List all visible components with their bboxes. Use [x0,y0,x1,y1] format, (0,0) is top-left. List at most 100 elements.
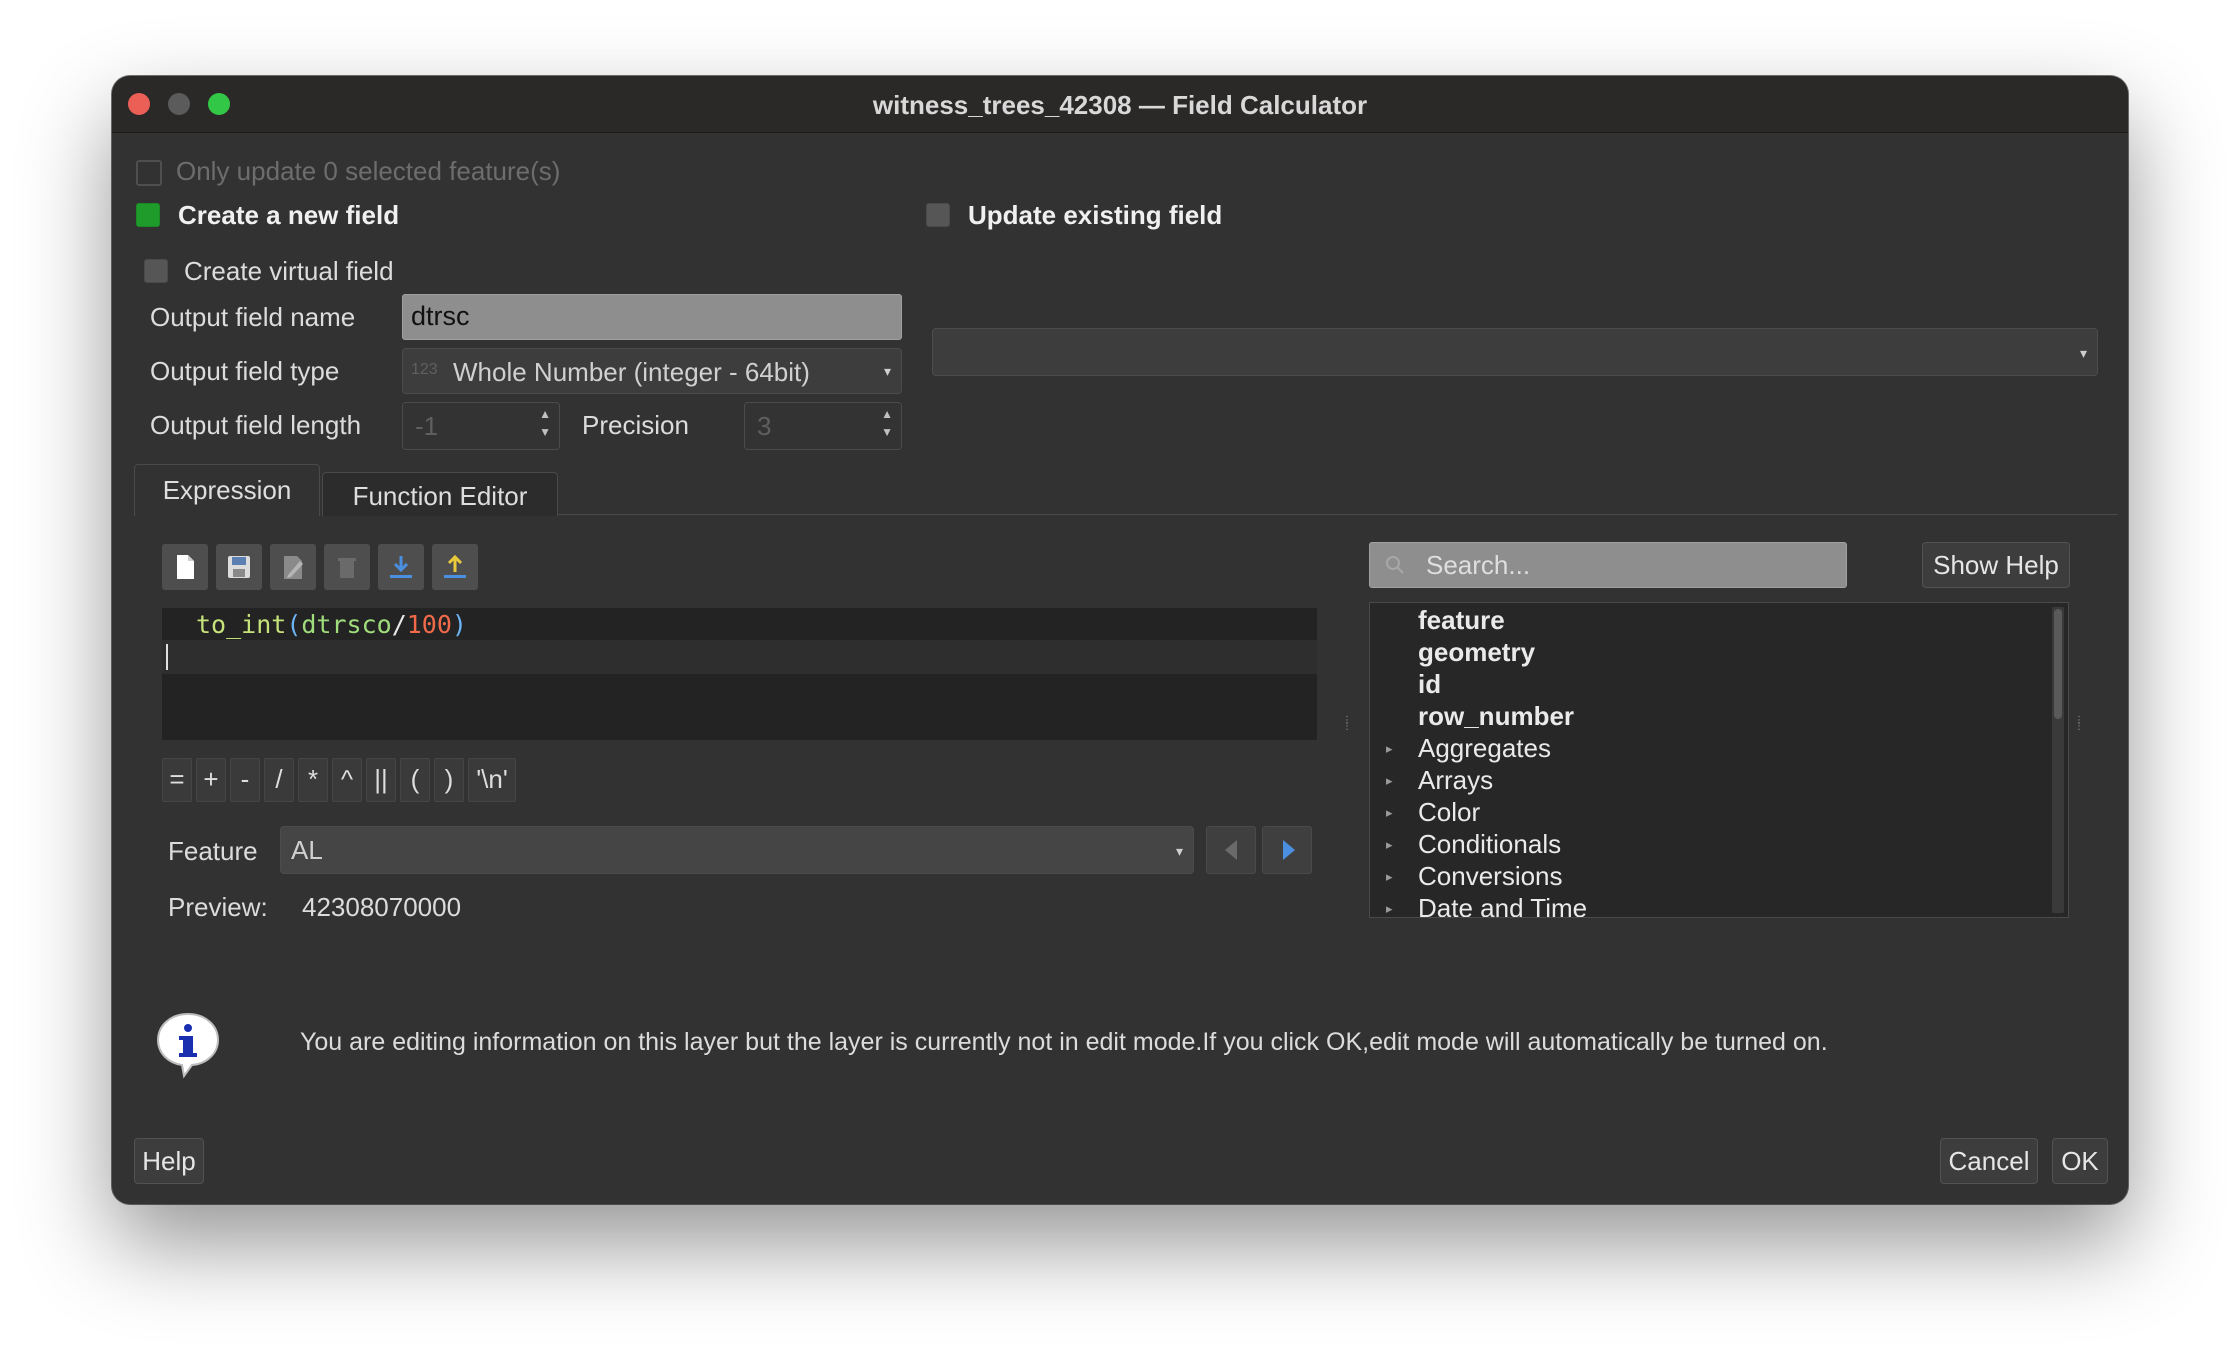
precision-spinbox[interactable]: 3 ▲ ▼ [744,402,902,450]
code-field: dtrsco [301,610,392,639]
output-field-length-label: Output field length [150,410,362,440]
info-icon [156,1012,220,1079]
field-calculator-window: witness_trees_42308 — Field Calculator O… [112,76,2128,1204]
save-expression-button[interactable] [216,544,262,590]
operator-close-paren-button[interactable]: ) [434,758,464,802]
code-function: to_int [196,610,287,639]
expression-code: to_int(dtrsco/100) [196,610,467,639]
tab-bar-divider [322,514,2118,515]
tree-item-feature[interactable]: feature [1418,605,1505,636]
output-field-type-value: Whole Number (integer - 64bit) [453,357,810,387]
splitter-handle[interactable]: ⋮ ⋮ [1342,716,1352,732]
only-update-selected-checkbox[interactable] [136,160,162,186]
operator-minus-button[interactable]: - [230,758,260,802]
code-operator: / [391,610,407,639]
operator-concat-button[interactable]: || [366,758,396,802]
output-field-type-select[interactable]: 123 Whole Number (integer - 64bit) ▾ [402,348,902,394]
operator-multiply-button[interactable]: * [298,758,328,802]
triangle-right-icon [1283,840,1295,860]
tree-scrollbar[interactable] [2052,607,2064,913]
edit-mode-info-message: You are editing information on this laye… [300,1028,1828,1056]
tree-item-row-number[interactable]: row_number [1418,701,1574,732]
window-title: witness_trees_42308 — Field Calculator [872,90,1368,120]
expand-arrow-icon[interactable]: ▸ [1386,901,1393,917]
export-icon [444,554,466,578]
create-new-field-checkbox[interactable] [136,203,160,227]
output-field-length-value: -1 [415,411,439,441]
tree-item-color[interactable]: Color [1418,797,1480,828]
expression-editor[interactable]: to_int(dtrsco/100) [162,608,1317,740]
show-help-button[interactable]: Show Help [1922,542,2070,588]
operator-plus-button[interactable]: + [196,758,226,802]
feature-value: AL [291,835,323,865]
update-existing-field-label: Update existing field [968,200,1223,230]
export-expressions-button[interactable] [432,544,478,590]
save-icon [228,556,250,578]
create-new-field-label: Create a new field [178,200,400,230]
tab-expression[interactable]: Expression [134,464,320,516]
splitter-handle-right[interactable]: ⋮ ⋮ [2074,716,2084,732]
output-field-type-label: Output field type [150,356,340,386]
precision-value: 3 [757,411,772,441]
function-search-input[interactable]: Search... [1369,542,1847,588]
expand-arrow-icon[interactable]: ▸ [1386,869,1393,885]
existing-field-select[interactable]: ▾ [932,328,2098,376]
tree-item-aggregates[interactable]: Aggregates [1418,733,1551,764]
operator-power-button[interactable]: ^ [332,758,362,802]
spin-arrows-icon[interactable]: ▲ ▼ [881,405,893,441]
tree-item-conditionals[interactable]: Conditionals [1418,829,1561,860]
operator-divide-button[interactable]: / [264,758,294,802]
tree-item-conversions[interactable]: Conversions [1418,861,1563,892]
expand-arrow-icon[interactable]: ▸ [1386,741,1393,757]
operator-equals-button[interactable]: = [162,758,192,802]
only-update-selected-label: Only update 0 selected feature(s) [176,156,561,186]
create-virtual-field-label: Create virtual field [184,256,394,286]
title-bar: witness_trees_42308 — Field Calculator [112,76,2128,133]
precision-label: Precision [582,410,689,440]
code-close-paren: ) [451,610,467,639]
new-expression-button[interactable] [162,544,208,590]
code-number: 100 [406,610,452,639]
search-placeholder: Search... [1426,550,1531,580]
expand-arrow-icon[interactable]: ▸ [1386,837,1393,853]
previous-feature-button[interactable] [1206,826,1256,874]
import-icon [390,556,412,578]
function-tree[interactable]: feature geometry id row_number ▸ Aggrega… [1369,602,2069,918]
spin-arrows-icon[interactable]: ▲ ▼ [539,405,551,441]
ok-button[interactable]: OK [2052,1138,2108,1184]
expand-arrow-icon[interactable]: ▸ [1386,805,1393,821]
create-virtual-field-checkbox[interactable] [144,259,168,283]
next-feature-button[interactable] [1262,826,1312,874]
chevron-down-icon: ▾ [883,363,891,379]
import-expressions-button[interactable] [378,544,424,590]
expression-line-1: to_int(dtrsco/100) [162,608,1317,640]
feature-select[interactable]: AL ▾ [280,826,1194,874]
preview-value: 42308070000 [302,892,462,922]
output-field-name-label: Output field name [150,302,356,332]
tree-item-date-and-time[interactable]: Date and Time [1418,893,1587,917]
text-cursor [166,644,168,670]
delete-icon [338,558,356,578]
edit-icon [284,556,303,579]
tab-function-editor[interactable]: Function Editor [322,472,558,516]
expression-line-2 [162,640,1317,674]
preview-label: Preview: [168,892,268,922]
output-field-length-spinbox[interactable]: -1 ▲ ▼ [402,402,560,450]
code-open-paren: ( [286,610,302,639]
chevron-down-icon: ▾ [1175,843,1183,859]
operator-newline-button[interactable]: '\n' [468,758,516,802]
integer-type-icon: 123 [411,361,438,378]
operator-open-paren-button[interactable]: ( [400,758,430,802]
cancel-button[interactable]: Cancel [1940,1138,2038,1184]
delete-expression-button[interactable] [324,544,370,590]
feature-label: Feature [168,836,258,866]
edit-expression-button[interactable] [270,544,316,590]
tree-item-id[interactable]: id [1418,669,1441,700]
tree-item-geometry[interactable]: geometry [1418,637,1535,668]
expand-arrow-icon[interactable]: ▸ [1386,773,1393,789]
output-field-name-input[interactable]: dtrsc [402,294,902,340]
tree-item-arrays[interactable]: Arrays [1418,765,1493,796]
scrollbar-thumb[interactable] [2054,609,2062,719]
help-button[interactable]: Help [134,1138,204,1184]
update-existing-field-checkbox[interactable] [926,203,950,227]
